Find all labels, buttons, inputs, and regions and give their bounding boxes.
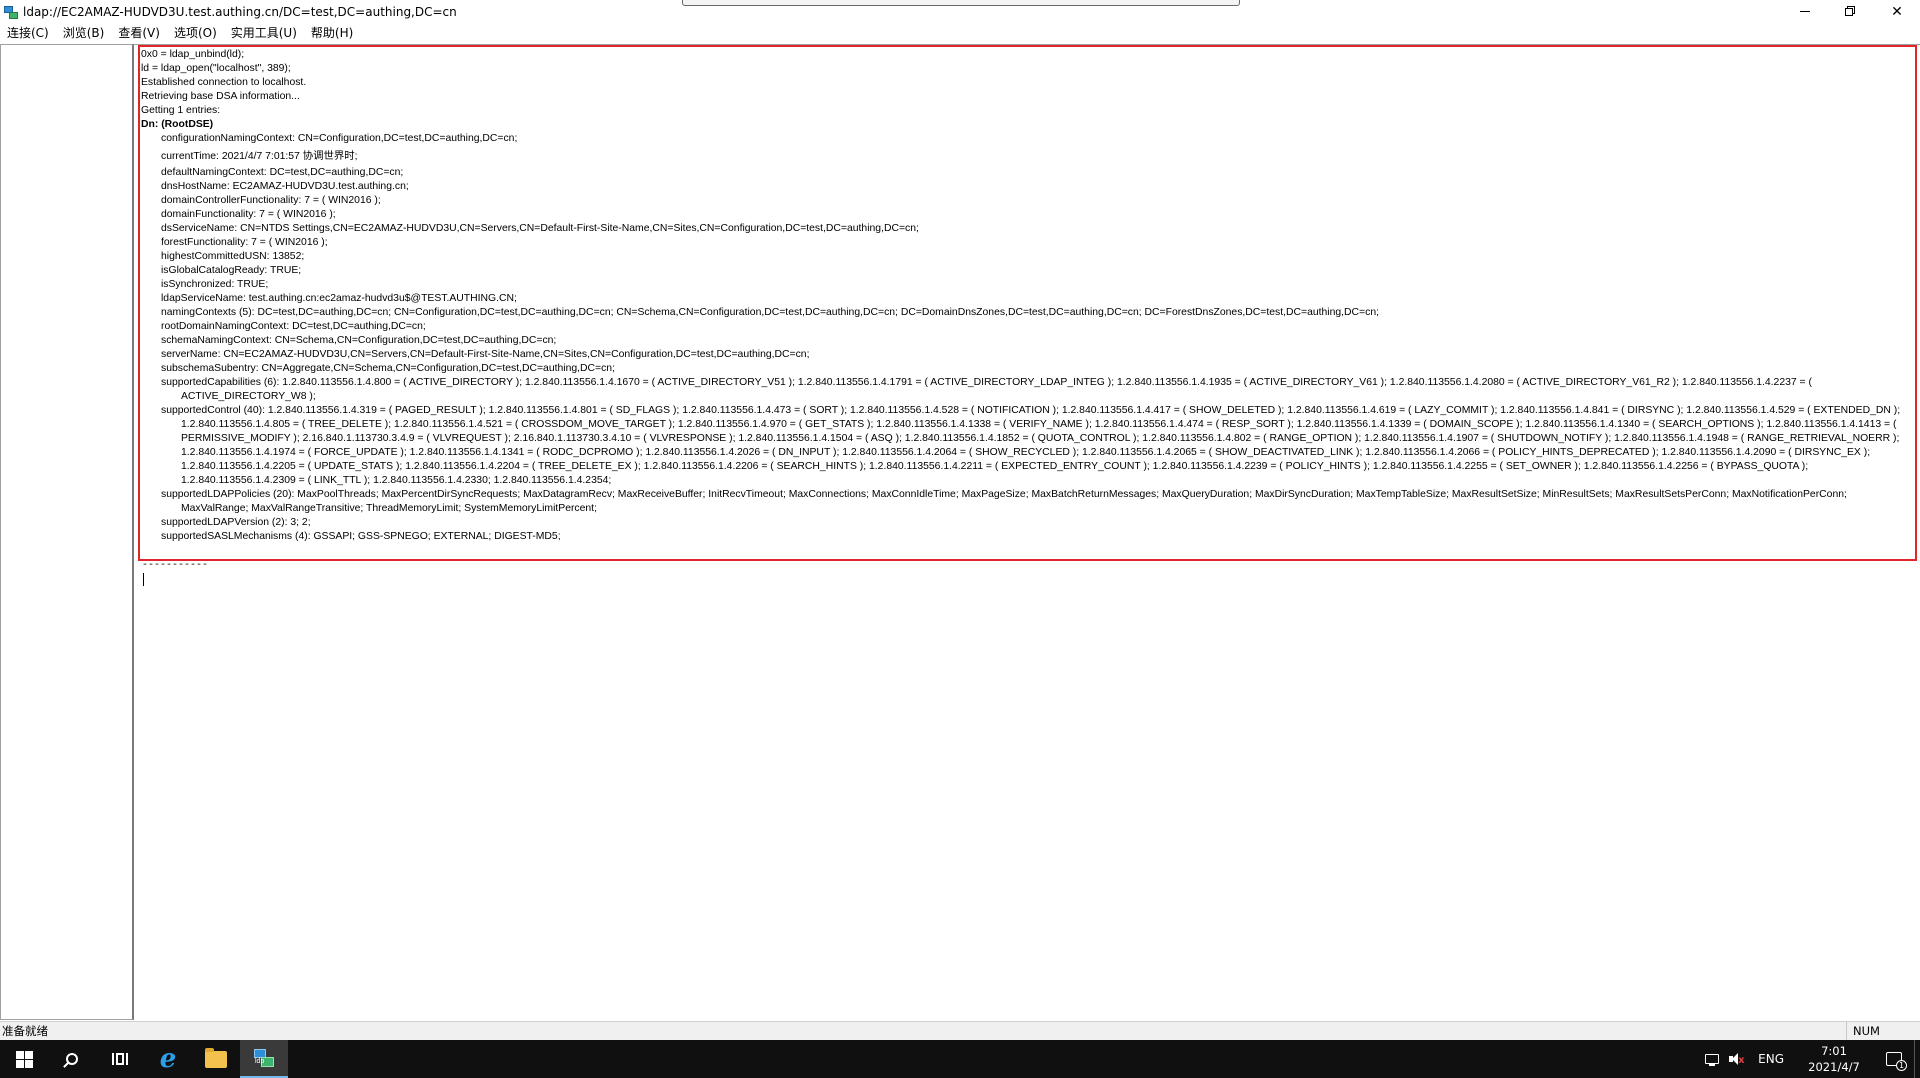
taskbar: e ldp x ENG 7:01 2021/4/7 1 xyxy=(0,1040,1920,1078)
start-button[interactable] xyxy=(0,1040,48,1078)
attribute-line: subschemaSubentry: CN=Aggregate,CN=Schem… xyxy=(161,363,615,374)
attribute-line: dnsHostName: EC2AMAZ-HUDVD3U.test.authin… xyxy=(161,181,409,192)
attribute-line: currentTime: 2021/4/7 7:01:57 协调世界时; xyxy=(161,151,358,162)
search-button[interactable] xyxy=(48,1040,96,1078)
menu-view[interactable]: 查看(V) xyxy=(111,23,167,43)
log-line: Retrieving base DSA information... xyxy=(141,91,300,102)
windows-logo-icon xyxy=(15,1050,33,1068)
ldp-app-button[interactable]: ldp xyxy=(240,1040,288,1078)
output-pane[interactable]: 0x0 = ldap_unbind(ld); ld = ldap_open("l… xyxy=(134,44,1920,1020)
ldp-icon: ldp xyxy=(253,1048,275,1068)
clock[interactable]: 7:01 2021/4/7 xyxy=(1794,1043,1874,1075)
show-desktop-button[interactable] xyxy=(1914,1040,1920,1078)
dn-line: Dn: (RootDSE) xyxy=(141,119,214,130)
attribute-line: supportedLDAPVersion (2): 3; 2; xyxy=(161,517,311,528)
attribute-line: rootDomainNamingContext: DC=test,DC=auth… xyxy=(161,321,426,332)
attribute-line: domainFunctionality: 7 = ( WIN2016 ); xyxy=(161,209,336,220)
language-indicator[interactable]: ENG xyxy=(1748,1052,1794,1066)
title-bar: ldap://EC2AMAZ-HUDVD3U.test.authing.cn/D… xyxy=(0,0,1920,23)
menu-options[interactable]: 选项(O) xyxy=(167,23,224,43)
minimize-button[interactable] xyxy=(1782,0,1828,23)
attribute-line: serverName: CN=EC2AMAZ-HUDVD3U,CN=Server… xyxy=(161,349,810,360)
menu-browse[interactable]: 浏览(B) xyxy=(56,23,112,43)
clock-date: 2021/4/7 xyxy=(1808,1060,1860,1074)
log-line: ld = ldap_open("localhost", 389); xyxy=(141,63,291,74)
notification-icon: 1 xyxy=(1886,1052,1907,1071)
attribute-line: namingContexts (5): DC=test,DC=authing,D… xyxy=(161,307,1379,318)
log-line: Established connection to localhost. xyxy=(141,77,307,88)
menu-utilities[interactable]: 实用工具(U) xyxy=(224,23,304,43)
search-icon xyxy=(66,1053,78,1065)
action-center-button[interactable]: 1 xyxy=(1874,1040,1914,1078)
close-button[interactable]: ✕ xyxy=(1874,0,1920,23)
attribute-line: defaultNamingContext: DC=test,DC=authing… xyxy=(161,167,404,178)
network-button[interactable] xyxy=(1700,1040,1724,1078)
status-bar: 准备就绪 NUM xyxy=(0,1021,1920,1041)
attribute-line: ldapServiceName: test.authing.cn:ec2amaz… xyxy=(161,293,517,304)
text-caret xyxy=(143,573,144,586)
tree-pane[interactable] xyxy=(0,44,134,1020)
window-title: ldap://EC2AMAZ-HUDVD3U.test.authing.cn/D… xyxy=(23,4,457,19)
attribute-line: supportedSASLMechanisms (4): GSSAPI; GSS… xyxy=(161,531,561,542)
task-view-button[interactable] xyxy=(96,1040,144,1078)
task-view-icon xyxy=(112,1053,128,1065)
attribute-line: domainControllerFunctionality: 7 = ( WIN… xyxy=(161,195,381,206)
volume-button[interactable]: x xyxy=(1724,1040,1748,1078)
log-separator: ----------- xyxy=(142,560,209,571)
attribute-list: configurationNamingContext: CN=Configura… xyxy=(141,132,1911,544)
folder-icon xyxy=(205,1047,227,1068)
restore-button[interactable] xyxy=(1828,0,1874,23)
attribute-line: isSynchronized: TRUE; xyxy=(161,279,269,290)
log-line: Getting 1 entries: xyxy=(141,105,221,116)
clock-time: 7:01 xyxy=(1821,1044,1847,1058)
network-icon xyxy=(1705,1054,1720,1066)
window-controls: ✕ xyxy=(1782,0,1920,23)
volume-muted-icon: x xyxy=(1728,1052,1745,1066)
menu-bar: 连接(C) 浏览(B) 查看(V) 选项(O) 实用工具(U) 帮助(H) xyxy=(0,23,1920,43)
attribute-line: highestCommittedUSN: 13852; xyxy=(161,251,305,262)
file-explorer-button[interactable] xyxy=(192,1040,240,1078)
menu-help[interactable]: 帮助(H) xyxy=(304,23,360,43)
internet-explorer-button[interactable]: e xyxy=(144,1040,192,1078)
notification-count: 1 xyxy=(1896,1060,1907,1071)
attribute-line: forestFunctionality: 7 = ( WIN2016 ); xyxy=(161,237,328,248)
attribute-line: dsServiceName: CN=NTDS Settings,CN=EC2AM… xyxy=(161,223,919,234)
internet-explorer-icon: e xyxy=(159,1044,177,1074)
attribute-line: schemaNamingContext: CN=Schema,CN=Config… xyxy=(161,335,557,346)
attribute-line: supportedLDAPPolicies (20): MaxPoolThrea… xyxy=(161,489,1847,514)
attribute-line: configurationNamingContext: CN=Configura… xyxy=(161,133,518,144)
system-tray: x ENG 7:01 2021/4/7 1 xyxy=(1700,1040,1920,1078)
attribute-line: supportedCapabilities (6): 1.2.840.11355… xyxy=(161,377,1812,402)
output-log: 0x0 = ldap_unbind(ld); ld = ldap_open("l… xyxy=(141,48,1911,544)
menu-connection[interactable]: 连接(C) xyxy=(0,23,56,43)
title-scroll-indicator xyxy=(682,0,1240,6)
attribute-line: supportedControl (40): 1.2.840.113556.1.… xyxy=(161,405,1901,486)
log-line: 0x0 = ldap_unbind(ld); xyxy=(141,49,245,60)
close-icon: ✕ xyxy=(1891,3,1903,20)
num-lock-indicator: NUM xyxy=(1846,1022,1920,1041)
status-text: 准备就绪 xyxy=(2,1024,48,1038)
ldp-app-icon xyxy=(3,4,19,20)
attribute-line: isGlobalCatalogReady: TRUE; xyxy=(161,265,302,276)
